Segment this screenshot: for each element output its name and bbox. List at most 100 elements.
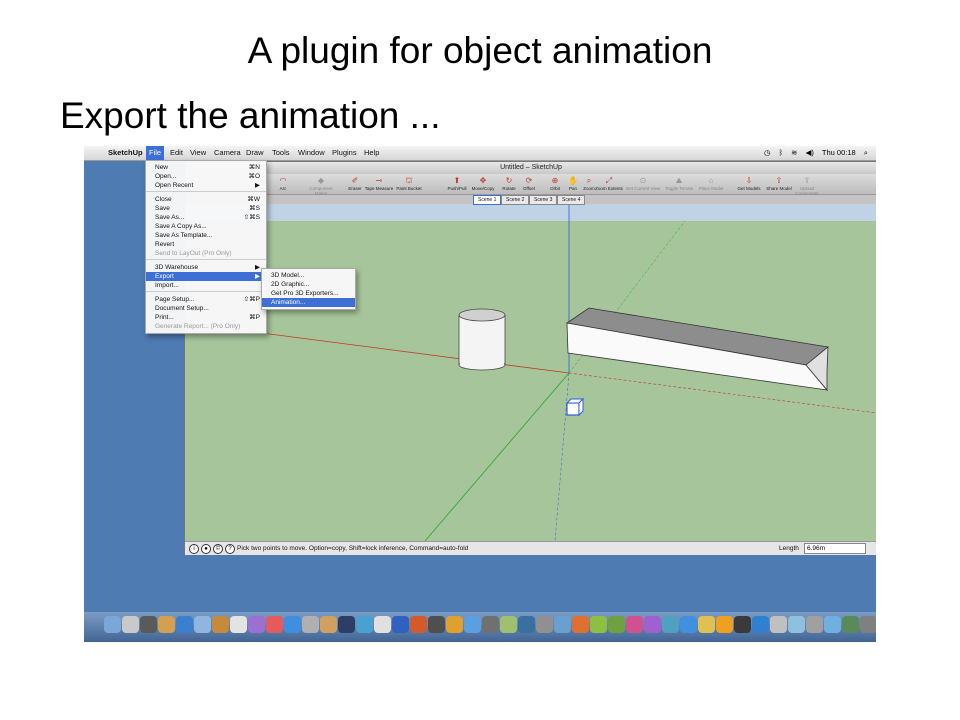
dock-app-icon[interactable]: [860, 616, 876, 633]
spotlight-icon[interactable]: ⌕: [864, 148, 868, 157]
file-menu-item-open-recent[interactable]: Open Recent ▶: [146, 181, 266, 190]
tool-arc[interactable]: ◠ Arc: [265, 176, 301, 191]
file-menu-item-3d-warehouse[interactable]: 3D Warehouse ▶: [146, 263, 266, 272]
tool-upload-component[interactable]: ⇪ Upload Component: [789, 176, 825, 196]
dock-app-icon[interactable]: [266, 616, 283, 633]
file-menu-item-save-as-template[interactable]: Save As Template...: [146, 231, 266, 240]
dock-app-icon[interactable]: [482, 616, 499, 633]
menu-file[interactable]: File: [146, 146, 165, 160]
clock[interactable]: Thu 00:18: [822, 148, 856, 157]
menu-item-shortcut: ⌘N: [248, 164, 260, 171]
file-menu-item-save-a-copy-as[interactable]: Save A Copy As...: [146, 222, 266, 231]
dock-app-icon[interactable]: [536, 616, 553, 633]
dock-app-icon[interactable]: [302, 616, 319, 633]
dock-app-icon[interactable]: [518, 616, 535, 633]
bluetooth-icon[interactable]: ᛒ: [779, 148, 784, 157]
menu-camera[interactable]: Camera: [214, 148, 241, 157]
export-menu-item-2d-graphic[interactable]: 2D Graphic...: [262, 280, 355, 289]
file-menu-item-import[interactable]: Import...: [146, 281, 266, 290]
dock-app-icon[interactable]: [572, 616, 589, 633]
dock-app-icon[interactable]: [680, 616, 697, 633]
menu-separator: [146, 291, 266, 292]
help-icon[interactable]: ?: [225, 544, 235, 554]
dock-app-icon[interactable]: [788, 616, 805, 633]
dock-app-icon[interactable]: [464, 616, 481, 633]
file-menu-item-close[interactable]: Close ⌘W: [146, 195, 266, 204]
menu-plugins[interactable]: Plugins: [332, 148, 357, 157]
dock-app-icon[interactable]: [608, 616, 625, 633]
dock-app-icon[interactable]: [842, 616, 859, 633]
dock-app-icon[interactable]: [662, 616, 679, 633]
wifi-icon[interactable]: ≋: [791, 148, 797, 157]
dock-app-icon[interactable]: [104, 616, 121, 633]
dock-app-icon[interactable]: [338, 616, 355, 633]
3d-viewport[interactable]: [185, 205, 876, 541]
file-menu-item-save-as[interactable]: Save As... ⇧⌘S: [146, 213, 266, 222]
dock-app-icon[interactable]: [428, 616, 445, 633]
dock-app-icon[interactable]: [770, 616, 787, 633]
file-menu-item-export[interactable]: Export ▶: [146, 272, 266, 281]
file-menu-item-new[interactable]: New ⌘N: [146, 163, 266, 172]
menu-app[interactable]: SketchUp: [108, 148, 143, 157]
dock-app-icon[interactable]: [824, 616, 841, 633]
file-menu-item-print[interactable]: Print... ⌘P: [146, 313, 266, 322]
menu-window[interactable]: Window: [298, 148, 325, 157]
tool-toggle-terrain[interactable]: ⛰ Toggle Terrain: [661, 176, 697, 191]
export-menu-item-get-pro-3d-exporters[interactable]: Get Pro 3D Exporters...: [262, 289, 355, 298]
file-menu-item-generate-report-pro-only[interactable]: Generate Report... (Pro Only): [146, 322, 266, 331]
dock-app-icon[interactable]: [410, 616, 427, 633]
dock-app-icon[interactable]: [320, 616, 337, 633]
file-menu-item-document-setup[interactable]: Document Setup...: [146, 304, 266, 313]
tab-scene-3[interactable]: Scene 3: [529, 195, 558, 205]
dock-app-icon[interactable]: [752, 616, 769, 633]
time-machine-icon[interactable]: ◷: [764, 148, 771, 157]
file-menu-item-revert[interactable]: Revert: [146, 240, 266, 249]
dock-app-icon[interactable]: [590, 616, 607, 633]
menu-view[interactable]: View: [190, 148, 206, 157]
dock-app-icon[interactable]: [500, 616, 517, 633]
tool-get-current-view[interactable]: ⊙ Get Current View: [625, 176, 661, 191]
dock-app-icon[interactable]: [446, 616, 463, 633]
dock-app-icon[interactable]: [374, 616, 391, 633]
file-menu-item-page-setup[interactable]: Page Setup... ⇧⌘P: [146, 295, 266, 304]
dock-app-icon[interactable]: [212, 616, 229, 633]
menu-draw[interactable]: Draw: [246, 148, 264, 157]
dock-app-icon[interactable]: [158, 616, 175, 633]
dock-app-icon[interactable]: [806, 616, 823, 633]
file-menu-item-send-to-layout-pro-only[interactable]: Send to LayOut (Pro Only): [146, 249, 266, 258]
dock-app-icon[interactable]: [122, 616, 139, 633]
file-menu-item-open[interactable]: Open... ⌘O: [146, 172, 266, 181]
dock-app-icon[interactable]: [230, 616, 247, 633]
volume-icon[interactable]: ◀): [806, 148, 814, 157]
length-input[interactable]: 6.96m: [804, 543, 866, 554]
dock-app-icon[interactable]: [140, 616, 157, 633]
dock-app-icon[interactable]: [734, 616, 751, 633]
dock-app-icon[interactable]: [626, 616, 643, 633]
instructor-icon[interactable]: i: [189, 544, 199, 554]
dock-app-icon[interactable]: [356, 616, 373, 633]
dock-app-icon[interactable]: [284, 616, 301, 633]
tab-scene-2[interactable]: Scene 2: [501, 195, 530, 205]
tool-zoom-extents[interactable]: ⤢ Zoom Extents: [591, 176, 627, 191]
dock-app-icon[interactable]: [194, 616, 211, 633]
export-menu-item-animation[interactable]: Animation...: [262, 298, 355, 307]
dock-app-icon[interactable]: [392, 616, 409, 633]
dock-app-icon[interactable]: [176, 616, 193, 633]
dock-app-icon[interactable]: [644, 616, 661, 633]
file-menu-item-save[interactable]: Save ⌘S: [146, 204, 266, 213]
menu-edit[interactable]: Edit: [170, 148, 183, 157]
tool-component-maker[interactable]: ◆ Component Maker: [303, 176, 339, 196]
export-menu-item-3d-model[interactable]: 3D Model...: [262, 271, 355, 280]
dock-app-icon[interactable]: [554, 616, 571, 633]
geolocation-icon[interactable]: ●: [201, 544, 211, 554]
tab-scene-4[interactable]: Scene 4: [557, 195, 586, 205]
tool-place-model[interactable]: ⌂ Place Model: [693, 176, 729, 191]
menu-tools[interactable]: Tools: [272, 148, 290, 157]
menu-help[interactable]: Help: [364, 148, 379, 157]
dock-app-icon[interactable]: [248, 616, 265, 633]
tool-paint-bucket[interactable]: ⛫ Paint Bucket: [391, 176, 427, 191]
dock-app-icon[interactable]: [698, 616, 715, 633]
dock-app-icon[interactable]: [716, 616, 733, 633]
tab-scene-1[interactable]: Scene 1: [473, 195, 502, 205]
credits-icon[interactable]: ©: [213, 544, 223, 554]
